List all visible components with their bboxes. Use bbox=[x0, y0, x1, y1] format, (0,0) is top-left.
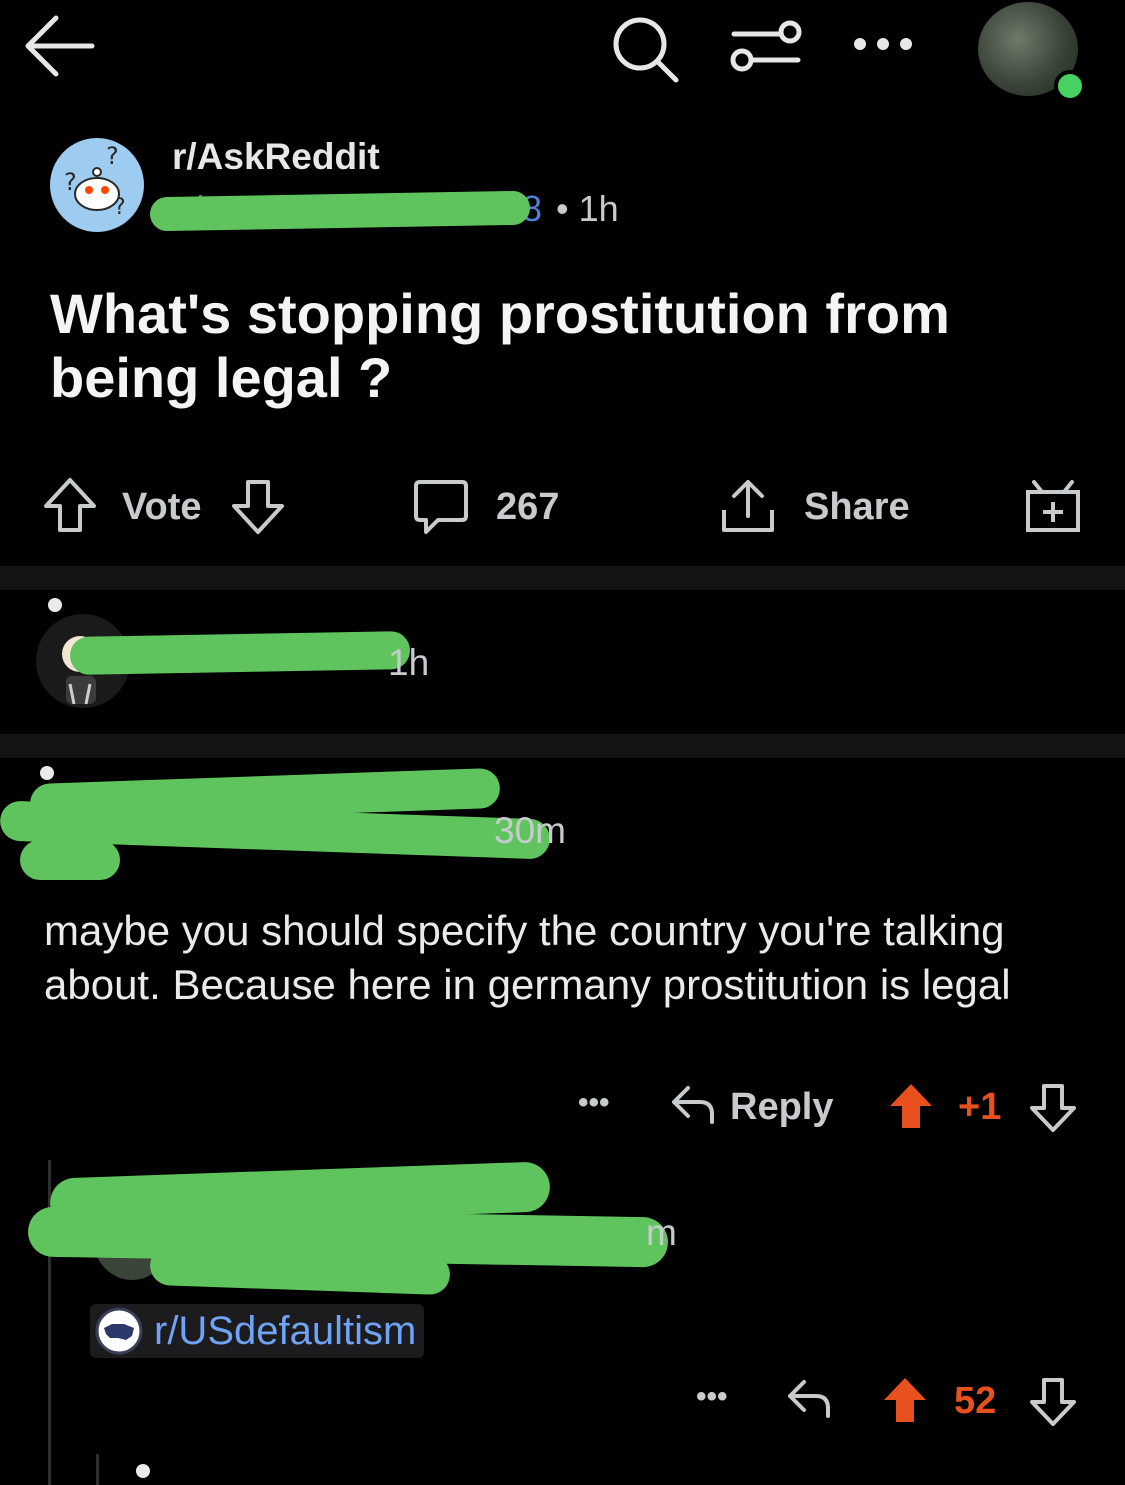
post-time: • 1h bbox=[556, 188, 619, 229]
user-flair: r/USdefaultism bbox=[90, 1304, 425, 1358]
downvote-arrow-icon[interactable] bbox=[1030, 1084, 1076, 1132]
thread-line[interactable] bbox=[96, 1454, 99, 1485]
status-dot bbox=[136, 1464, 150, 1478]
reply-button[interactable]: Reply bbox=[730, 1086, 833, 1129]
comment-time: m bbox=[646, 1212, 677, 1253]
award-gift-icon[interactable] bbox=[1024, 476, 1082, 534]
svg-text:?: ? bbox=[106, 142, 119, 170]
reply-arrow-icon[interactable] bbox=[786, 1378, 832, 1420]
status-dot bbox=[48, 598, 62, 612]
us-map-flair-icon bbox=[94, 1306, 144, 1356]
comment-score: 52 bbox=[954, 1380, 997, 1422]
sort-filter-icon[interactable] bbox=[728, 16, 802, 76]
author-redaction bbox=[149, 190, 531, 232]
upvote-arrow-icon[interactable] bbox=[42, 476, 98, 534]
comment-count[interactable]: 267 bbox=[496, 486, 559, 529]
share-icon[interactable] bbox=[718, 476, 778, 536]
online-status-dot bbox=[1054, 70, 1086, 102]
comment-time: 1h bbox=[388, 642, 430, 683]
share-label[interactable]: Share bbox=[804, 486, 910, 529]
subreddit-icon[interactable]: ? ? ? bbox=[50, 138, 144, 232]
comment-bubble-icon[interactable] bbox=[412, 478, 470, 536]
status-dot bbox=[40, 766, 54, 780]
comment-more-options[interactable]: ••• bbox=[696, 1380, 728, 1414]
post-title[interactable]: What's stopping prostitution from being … bbox=[50, 282, 1060, 410]
search-icon[interactable] bbox=[606, 12, 682, 84]
avatar-redaction bbox=[20, 840, 120, 880]
username-redaction bbox=[69, 631, 411, 675]
subreddit-name[interactable]: r/AskReddit bbox=[172, 136, 380, 178]
back-arrow-icon[interactable] bbox=[22, 10, 98, 82]
comment-more-options[interactable]: ••• bbox=[578, 1086, 610, 1120]
downvote-arrow-icon[interactable] bbox=[230, 478, 286, 536]
flair-label: r/USdefaultism bbox=[154, 1308, 417, 1353]
section-divider bbox=[0, 566, 1125, 590]
comment-body: maybe you should specify the country you… bbox=[44, 907, 1011, 1008]
downvote-arrow-icon[interactable] bbox=[1030, 1378, 1076, 1426]
upvote-arrow-filled-icon[interactable] bbox=[888, 1082, 934, 1130]
upvote-arrow-filled-icon[interactable] bbox=[882, 1376, 928, 1424]
reply-arrow-icon[interactable] bbox=[670, 1084, 716, 1126]
vote-label: Vote bbox=[122, 486, 202, 528]
comment-score: +1 bbox=[958, 1086, 1002, 1128]
more-options-icon[interactable] bbox=[850, 24, 916, 64]
section-divider bbox=[0, 734, 1125, 758]
comment-time: 30m bbox=[494, 810, 566, 851]
